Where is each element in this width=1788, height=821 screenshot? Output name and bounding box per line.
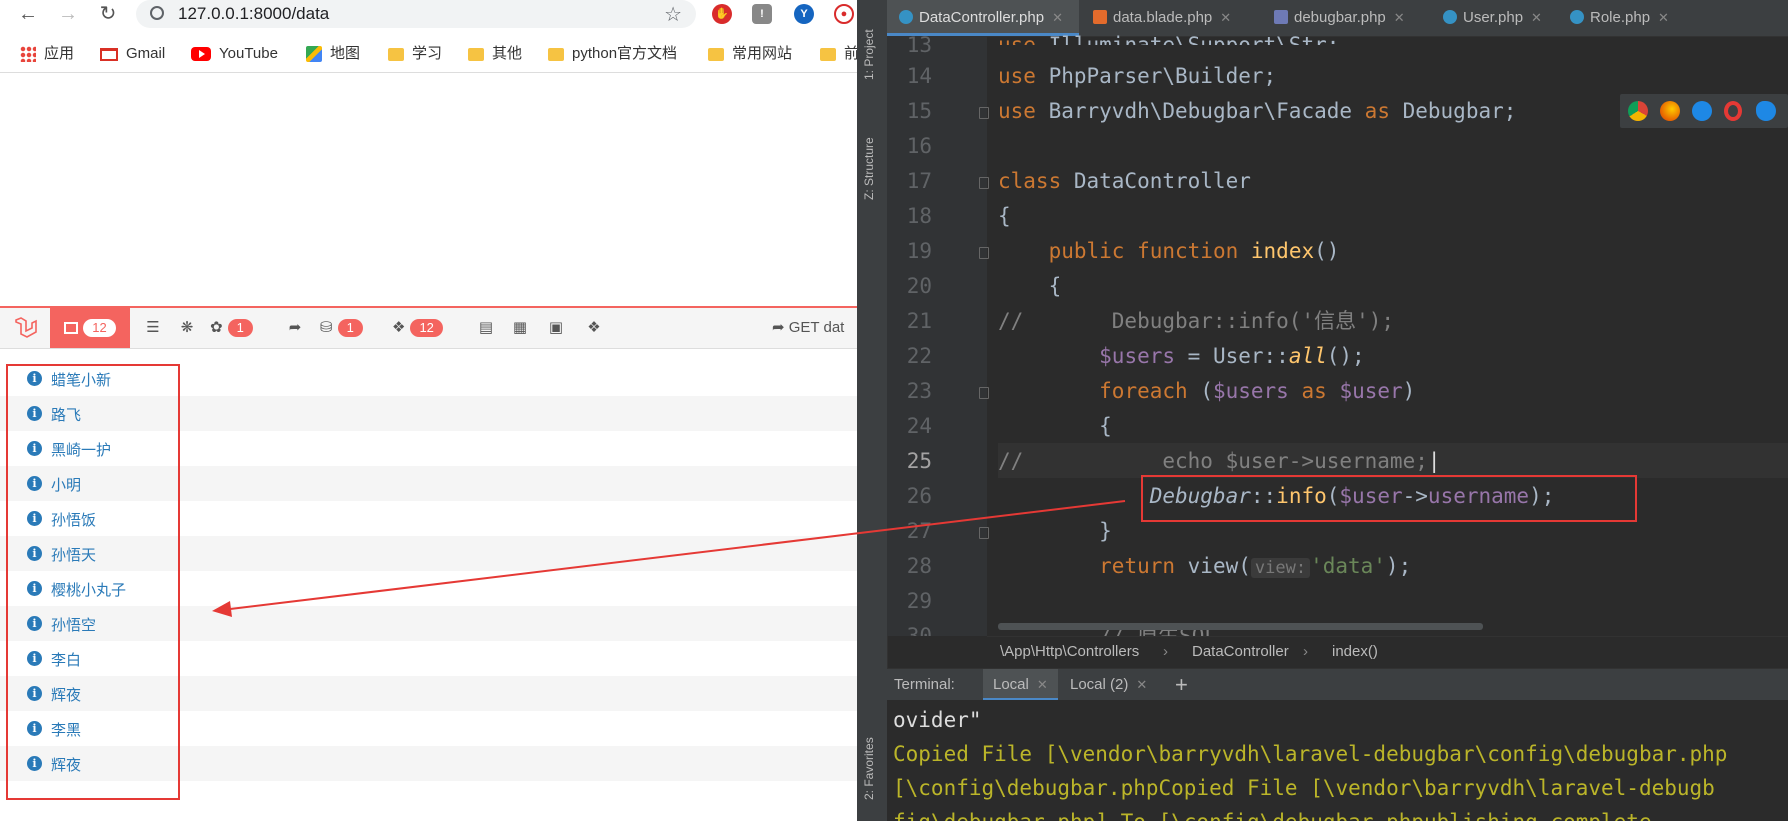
- annotation-arrow: [212, 500, 1126, 617]
